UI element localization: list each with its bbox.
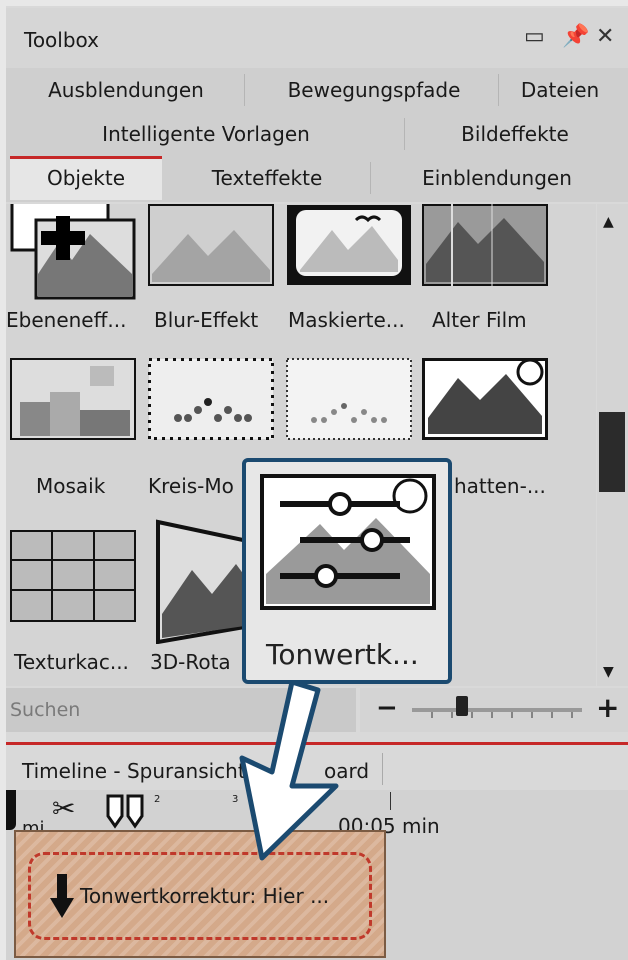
effect-label-blur: Blur-Effekt xyxy=(154,308,259,332)
zoom-in-icon[interactable]: + xyxy=(596,691,619,724)
effect-tile-punkt-mosaik[interactable] xyxy=(286,358,412,440)
zoom-ticks xyxy=(431,712,573,718)
effect-label-ebeneneffekt: Ebeneneff... xyxy=(6,308,127,332)
pin-icon[interactable]: 📌 xyxy=(562,24,589,49)
effect-label-texturkachel: Texturkac... xyxy=(14,650,129,674)
tab-ausblendungen[interactable]: Ausblendungen xyxy=(12,68,240,112)
effect-tile-alter-film[interactable] xyxy=(422,204,548,286)
effect-tile-mosaik[interactable] xyxy=(10,358,136,440)
maximize-icon[interactable]: ▭ xyxy=(524,24,545,49)
effect-label-schatten: hatten-... xyxy=(454,474,546,498)
effect-tile-schatten[interactable] xyxy=(421,357,549,441)
effect-label-3d-rotation: 3D-Rota xyxy=(150,650,231,674)
effect-tile-maskierte[interactable] xyxy=(286,204,412,286)
close-icon[interactable]: ✕ xyxy=(596,24,614,49)
tick-2: 2 xyxy=(154,794,161,805)
tonwertkorrektur-icon xyxy=(260,474,436,610)
tab-dateien[interactable]: Dateien xyxy=(502,68,618,112)
popup-label: Tonwertk... xyxy=(266,638,419,671)
tab-texteffekte[interactable]: Texteffekte xyxy=(166,156,368,200)
zoom-slider[interactable]: − + xyxy=(360,688,628,732)
tab-bildeffekte[interactable]: Bildeffekte xyxy=(412,112,618,156)
toolbox-titlebar: Toolbox ▭ 📌 ✕ xyxy=(6,8,628,68)
tick-major xyxy=(390,792,391,810)
window-title: Toolbox xyxy=(24,28,99,52)
tab-einblendungen[interactable]: Einblendungen xyxy=(376,156,618,200)
tab-row-3: Objekte Texteffekte Einblendungen xyxy=(6,156,628,202)
effect-tile-texturkachel[interactable] xyxy=(10,530,136,622)
search-placeholder: Suchen xyxy=(10,699,81,721)
tab-row-1: Ausblendungen Bewegungspfade Dateien xyxy=(6,68,628,112)
tab-timeline-spuransicht[interactable]: Timeline - Spuransicht xyxy=(22,759,246,783)
zoom-out-icon[interactable]: − xyxy=(376,693,398,723)
effect-label-alter-film: Alter Film xyxy=(432,308,527,332)
arrow-down-icon xyxy=(50,874,74,924)
effect-label-kreis-mosaik: Kreis-Mo xyxy=(148,474,234,498)
scroll-down-icon[interactable]: ▼ xyxy=(603,664,614,680)
tab-bewegungspfade[interactable]: Bewegungspfade xyxy=(254,68,494,112)
effect-tile-blur[interactable] xyxy=(148,204,274,286)
zoom-handle[interactable] xyxy=(456,696,468,716)
drag-arrow-icon xyxy=(239,679,339,861)
tab-objekte[interactable]: Objekte xyxy=(10,156,162,200)
effect-label-mosaik: Mosaik xyxy=(36,474,106,498)
effect-tile-kreis-mosaik[interactable] xyxy=(147,357,275,441)
grid-scrollbar[interactable]: ▲ ▼ xyxy=(597,204,628,686)
tab-row-2: Intelligente Vorlagen Bildeffekte xyxy=(6,112,628,156)
effect-label-maskierte: Maskierte... xyxy=(288,308,405,332)
scroll-up-icon[interactable]: ▲ xyxy=(603,214,614,230)
clip-label: Tonwertkorrektur: Hier ... xyxy=(80,884,330,908)
drag-preview-tooltip: Tonwertk... xyxy=(242,458,452,684)
effect-tile-ebeneneffekt[interactable] xyxy=(10,204,136,300)
tab-intelligente-vorlagen[interactable]: Intelligente Vorlagen xyxy=(56,112,356,156)
scissors-icon[interactable]: ✂ xyxy=(52,792,75,825)
scroll-thumb[interactable] xyxy=(599,412,625,492)
playhead[interactable] xyxy=(6,790,16,830)
